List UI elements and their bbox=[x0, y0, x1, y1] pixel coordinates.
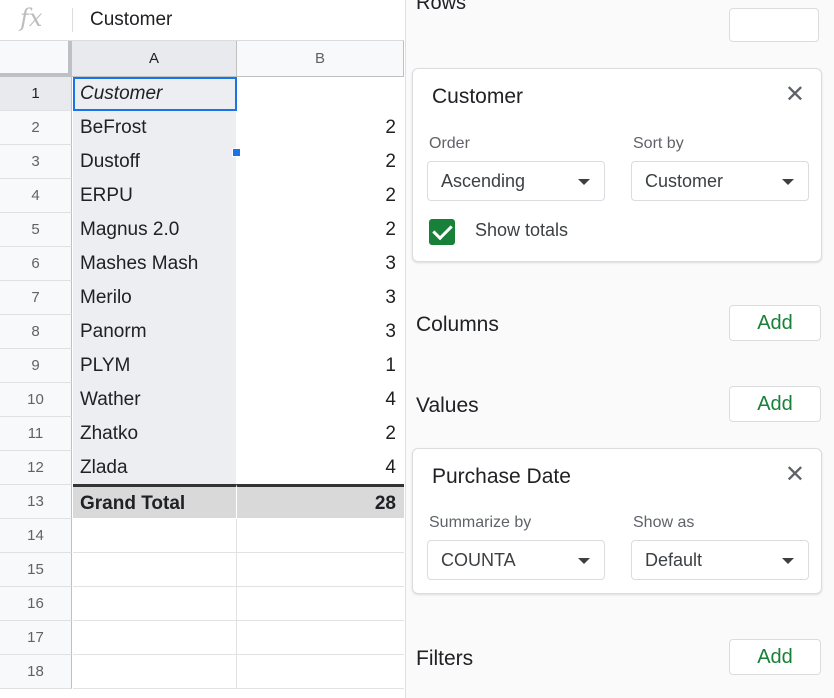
spreadsheet-grid: A B 1 Customer COUNTA of Purc 2 BeFrost 2 3 Dusto… bbox=[0, 41, 404, 698]
filters-section-label: Filters bbox=[416, 647, 474, 670]
columns-section-label: Columns bbox=[416, 313, 499, 336]
empty-cell[interactable] bbox=[237, 621, 404, 655]
customer-cell[interactable]: BeFrost bbox=[73, 111, 237, 145]
values-purchase-date-card: Purchase Date ✕ Summarize by Show as COU… bbox=[412, 448, 822, 594]
count-cell[interactable]: 2 bbox=[237, 179, 404, 213]
count-cell[interactable]: 3 bbox=[237, 281, 404, 315]
row-header[interactable]: 7 bbox=[0, 281, 72, 315]
empty-cell[interactable] bbox=[237, 587, 404, 621]
row-header[interactable]: 15 bbox=[0, 553, 72, 587]
row-header[interactable]: 12 bbox=[0, 451, 72, 485]
order-label: Order bbox=[429, 135, 470, 152]
show-totals-checkbox[interactable] bbox=[429, 219, 455, 245]
column-header-b[interactable]: B bbox=[237, 41, 404, 77]
showas-dropdown[interactable]: Default bbox=[631, 540, 809, 580]
row-header[interactable]: 3 bbox=[0, 145, 72, 179]
customer-cell[interactable]: Zhatko bbox=[73, 417, 237, 451]
show-totals-label: Show totals bbox=[475, 220, 569, 240]
close-icon[interactable]: ✕ bbox=[785, 83, 805, 107]
grand-total-label[interactable]: Grand Total bbox=[73, 484, 237, 518]
summarize-dropdown[interactable]: COUNTA bbox=[427, 540, 605, 580]
count-cell[interactable]: 4 bbox=[237, 383, 404, 417]
customer-cell[interactable]: PLYM bbox=[73, 349, 237, 383]
row-header[interactable]: 5 bbox=[0, 213, 72, 247]
row-header[interactable]: 17 bbox=[0, 621, 72, 655]
chevron-down-icon bbox=[578, 179, 590, 185]
fill-handle[interactable] bbox=[232, 148, 241, 157]
pivot-table-editor: Rows Customer ✕ Order Sort by Ascending … bbox=[405, 0, 834, 698]
formula-input[interactable]: Customer bbox=[90, 9, 172, 31]
empty-cell[interactable] bbox=[73, 655, 237, 689]
showas-label: Show as bbox=[633, 514, 695, 531]
column-header-a[interactable]: A bbox=[72, 41, 237, 77]
grand-total-value[interactable]: 28 bbox=[237, 484, 404, 518]
customer-cell[interactable]: Mashes Mash bbox=[73, 247, 237, 281]
showas-value: Default bbox=[645, 550, 703, 570]
rows-section-label: Rows bbox=[416, 0, 467, 14]
row-header[interactable]: 18 bbox=[0, 655, 72, 689]
pivot-header-counta[interactable]: COUNTA of Purc bbox=[237, 77, 404, 111]
customer-cell[interactable]: Dustoff bbox=[73, 145, 237, 179]
customer-cell[interactable]: Merilo bbox=[73, 281, 237, 315]
empty-cell[interactable] bbox=[73, 519, 237, 553]
empty-cell[interactable] bbox=[237, 519, 404, 553]
summarize-label: Summarize by bbox=[429, 514, 532, 531]
values-section-label: Values bbox=[416, 394, 479, 417]
empty-cell[interactable] bbox=[237, 655, 404, 689]
count-cell[interactable]: 2 bbox=[237, 213, 404, 247]
row-header[interactable]: 16 bbox=[0, 587, 72, 621]
formula-bar: fx Customer bbox=[0, 0, 404, 41]
close-icon[interactable]: ✕ bbox=[785, 463, 805, 487]
sortby-label: Sort by bbox=[633, 135, 684, 152]
count-cell[interactable]: 3 bbox=[237, 315, 404, 349]
pivot-header-customer[interactable]: Customer bbox=[73, 77, 237, 111]
count-cell[interactable]: 4 bbox=[237, 451, 404, 485]
empty-cell[interactable] bbox=[73, 553, 237, 587]
sortby-dropdown[interactable]: Customer bbox=[631, 161, 809, 201]
customer-cell[interactable]: ERPU bbox=[73, 179, 237, 213]
function-icon: fx bbox=[20, 4, 43, 32]
sortby-value: Customer bbox=[645, 171, 724, 191]
summarize-value: COUNTA bbox=[441, 550, 516, 570]
row-header[interactable]: 11 bbox=[0, 417, 72, 451]
row-header[interactable]: 4 bbox=[0, 179, 72, 213]
row-header[interactable]: 10 bbox=[0, 383, 72, 417]
values-add-button[interactable]: Add bbox=[729, 386, 821, 422]
chevron-down-icon bbox=[782, 179, 794, 185]
count-cell[interactable]: 2 bbox=[237, 111, 404, 145]
rows-add-button[interactable] bbox=[729, 8, 819, 42]
customer-cell[interactable]: Magnus 2.0 bbox=[73, 213, 237, 247]
empty-cell[interactable] bbox=[237, 553, 404, 587]
customer-cell[interactable]: Zlada bbox=[73, 451, 237, 485]
rows-customer-card: Customer ✕ Order Sort by Ascending Custo… bbox=[412, 68, 822, 262]
customer-cell[interactable]: Wather bbox=[73, 383, 237, 417]
card-title: Purchase Date bbox=[432, 465, 571, 488]
chevron-down-icon bbox=[578, 558, 590, 564]
count-cell[interactable]: 2 bbox=[237, 145, 404, 179]
empty-cell[interactable] bbox=[73, 621, 237, 655]
row-header[interactable]: 13 bbox=[0, 485, 72, 519]
customer-cell[interactable]: Panorm bbox=[73, 315, 237, 349]
row-header[interactable]: 9 bbox=[0, 349, 72, 383]
columns-add-button[interactable]: Add bbox=[729, 305, 821, 341]
row-header[interactable]: 2 bbox=[0, 111, 72, 145]
count-cell[interactable]: 2 bbox=[237, 417, 404, 451]
card-title: Customer bbox=[432, 85, 524, 108]
check-icon bbox=[432, 219, 453, 241]
order-value: Ascending bbox=[441, 171, 526, 191]
chevron-down-icon bbox=[782, 558, 794, 564]
count-cell[interactable]: 1 bbox=[237, 349, 404, 383]
row-header[interactable]: 6 bbox=[0, 247, 72, 281]
row-header[interactable]: 1 bbox=[0, 77, 72, 111]
select-all-corner[interactable] bbox=[0, 41, 72, 77]
filters-add-button[interactable]: Add bbox=[729, 639, 821, 675]
count-cell[interactable]: 3 bbox=[237, 247, 404, 281]
order-dropdown[interactable]: Ascending bbox=[427, 161, 605, 201]
formula-separator bbox=[72, 8, 73, 32]
row-header[interactable]: 14 bbox=[0, 519, 72, 553]
row-header[interactable]: 8 bbox=[0, 315, 72, 349]
empty-cell[interactable] bbox=[73, 587, 237, 621]
